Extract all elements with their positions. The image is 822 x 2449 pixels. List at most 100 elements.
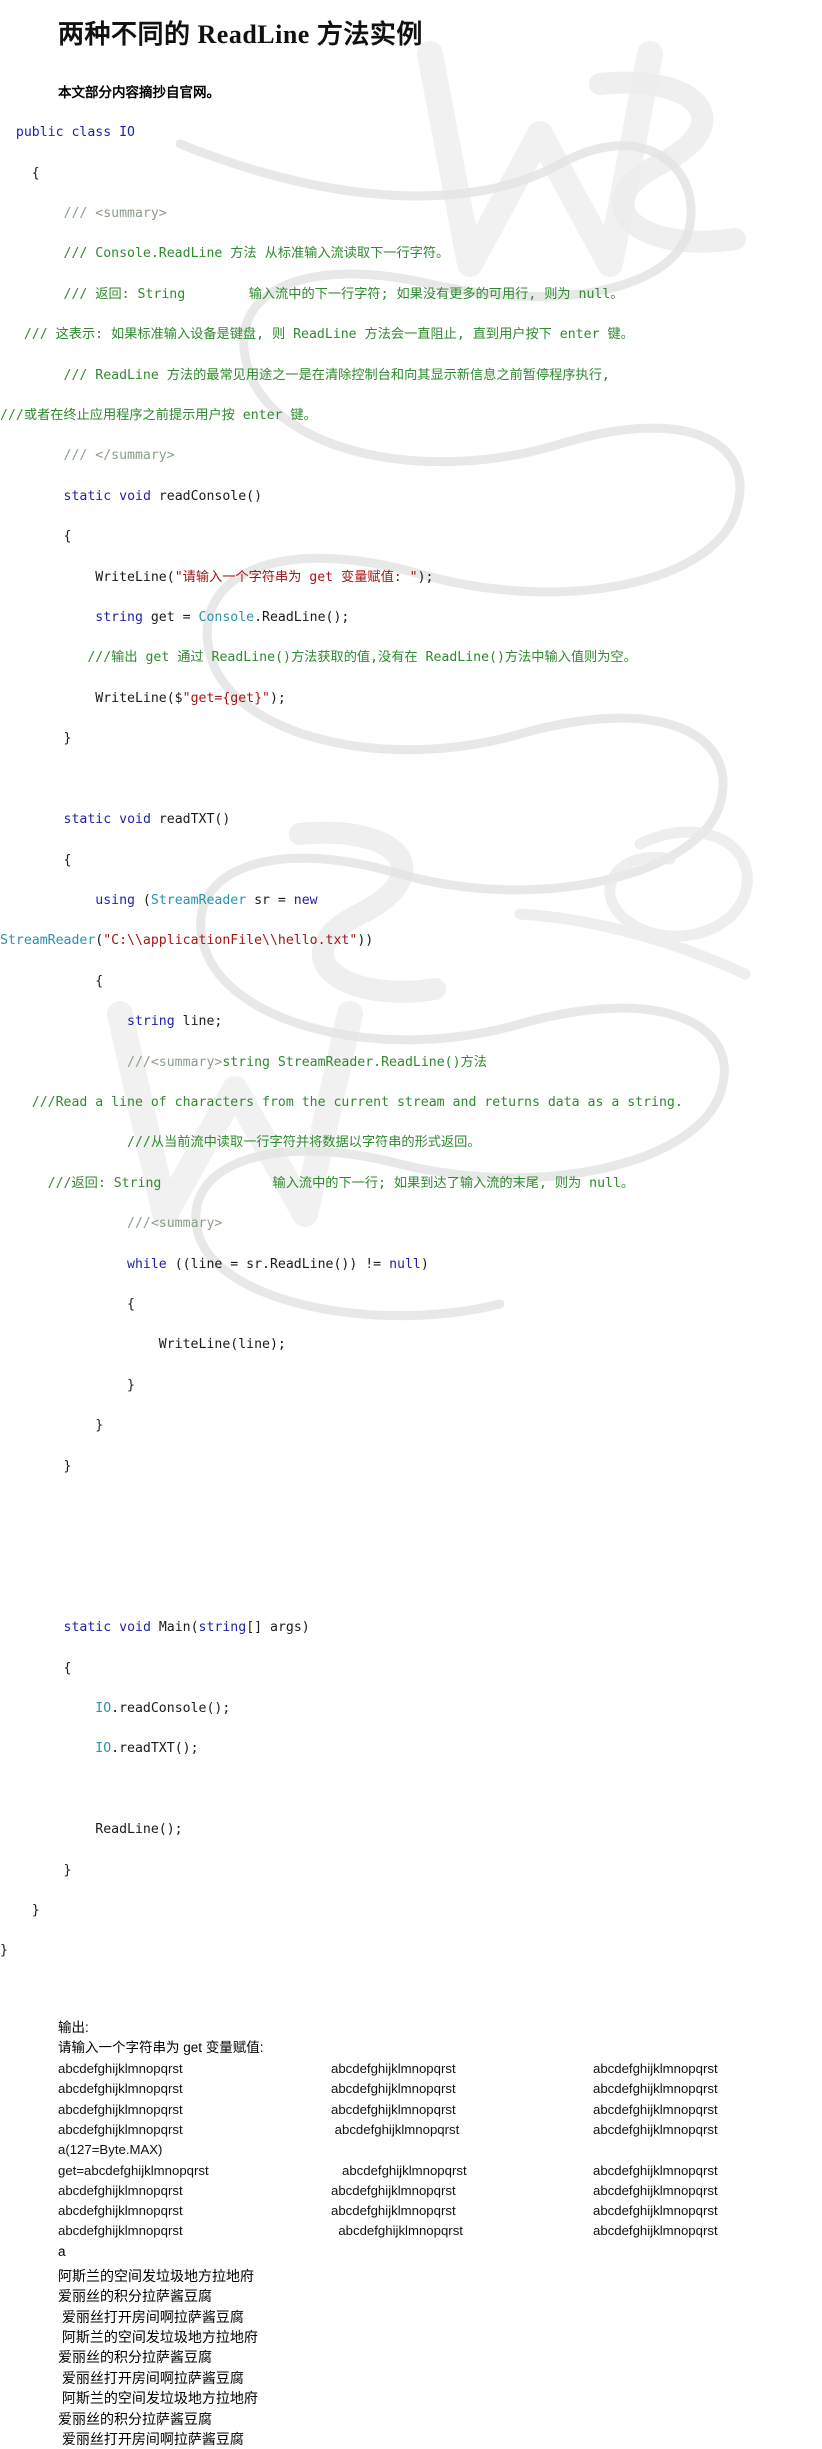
- output-cell: abcdefghijklmnopqrst: [593, 2162, 718, 2178]
- output-chinese-line: 爱丽丝打开房间啊拉萨酱豆腐: [58, 2308, 244, 2325]
- code-line: using (StreamReader sr = new: [0, 891, 822, 911]
- output-chinese-line: 爱丽丝打开房间啊拉萨酱豆腐: [58, 2431, 244, 2448]
- output-cell: a(127=Byte.MAX): [58, 2142, 163, 2158]
- output-cell: abcdefghijklmnopqrst: [58, 2223, 183, 2239]
- code-line: {: [0, 527, 822, 547]
- code-token-text: .readTXT();: [111, 1741, 199, 1757]
- code-token-brace: {: [31, 165, 40, 181]
- output-cell: abcdefghijklmnopqrst: [593, 2182, 718, 2198]
- code-token-type: Console: [198, 610, 255, 626]
- output-cell: [331, 2140, 593, 2160]
- code-line: while ((line = sr.ReadLine()) != null): [0, 1255, 822, 1275]
- code-line: /// ReadLine 方法的最常见用途之一是在清除控制台和向其显示新信息之前…: [0, 366, 822, 386]
- code-token-comment: 输入流中的下一行; 如果到达了输入流的末尾, 则为 null。: [272, 1175, 635, 1191]
- code-line: StreamReader("C:\\applicationFile\\hello…: [0, 931, 822, 951]
- code-token-brace: {: [95, 973, 104, 989]
- code-token-comment: ///Read a line of characters from the cu…: [31, 1094, 683, 1110]
- code-token-brace: {: [63, 852, 72, 868]
- code-token-comment: /// Console.ReadLine 方法 从标准输入流读取下一行字符。: [63, 246, 450, 262]
- code-line: }: [0, 1457, 822, 1477]
- code-token-method: readTXT(): [158, 812, 231, 828]
- code-token-punct: );: [269, 690, 286, 706]
- code-line: ///输出 get 通过 ReadLine()方法获取的值,没有在 ReadLi…: [0, 648, 822, 668]
- code-token-call: WriteLine(line);: [158, 1337, 286, 1353]
- code-token-text: sr =: [246, 892, 294, 908]
- output-chinese-line: 爱丽丝的积分拉萨酱豆腐: [58, 2349, 212, 2366]
- code-block: public class IO { /// <summary> /// Cons…: [0, 103, 822, 2002]
- output-cell: abcdefghijklmnopqrst: [331, 2223, 463, 2239]
- code-line: }: [0, 729, 822, 749]
- code-line: /// 这表示: 如果标准输入设备是键盘, 则 ReadLine 方法会一直阻止…: [0, 325, 822, 345]
- code-token-string: "请输入一个字符串为 get 变量赋值: ": [174, 569, 418, 585]
- code-token-punct: );: [417, 569, 434, 585]
- code-line: ///<summary>: [0, 1214, 822, 1234]
- code-token-punct: )): [357, 933, 374, 949]
- code-line: WriteLine($"get={get}");: [0, 689, 822, 709]
- code-token-keyword: using: [95, 892, 135, 908]
- code-token-brace: {: [127, 1296, 135, 1312]
- code-line: ///从当前流中读取一行字符并将数据以字符串的形式返回。: [0, 1133, 822, 1153]
- output-label: 输出:: [58, 2020, 89, 2036]
- output-cell: abcdefghijklmnopqrst: [331, 2162, 467, 2178]
- output-cell: abcdefghijklmnopqrst: [331, 2101, 456, 2117]
- code-token-keyword: string: [198, 1620, 247, 1636]
- code-token-method: readConsole(): [158, 488, 263, 504]
- code-line: /// <summary>: [0, 204, 822, 224]
- code-token-punct: (: [134, 892, 151, 908]
- document-page: 两种不同的 ReadLine 方法实例 本文部分内容摘抄自官网。 public …: [0, 14, 822, 2449]
- code-token-call: WriteLine(: [95, 569, 175, 585]
- code-token-text: .ReadLine();: [254, 610, 350, 626]
- code-line: {: [0, 1295, 822, 1315]
- output-chinese-line: 爱丽丝的积分拉萨酱豆腐: [58, 2410, 212, 2427]
- code-line: ReadLine();: [0, 1820, 822, 1840]
- code-token-keyword: null: [389, 1256, 421, 1272]
- output-cell: abcdefghijklmnopqrst: [58, 2121, 183, 2137]
- code-token-punct: ): [420, 1256, 429, 1272]
- code-line: IO.readTXT();: [0, 1739, 822, 1759]
- code-token-keyword: void: [119, 1620, 151, 1636]
- code-token-comment: 输入流中的下一行字符; 如果没有更多的可用行, 则为 null。: [248, 286, 624, 302]
- code-token-comment: string StreamReader.ReadLine()方法: [222, 1054, 487, 1070]
- output-chinese-line: 阿斯兰的空间发垃圾地方拉地府: [58, 2328, 258, 2345]
- code-token-comment: /// 这表示: 如果标准输入设备是键盘, 则 ReadLine 方法会一直阻止…: [23, 327, 634, 343]
- output-chinese-line: 爱丽丝打开房间啊拉萨酱豆腐: [58, 2369, 244, 2386]
- intro-text: 本文部分内容摘抄自官网。: [58, 85, 220, 100]
- code-line: public class IO: [0, 123, 822, 143]
- output-chinese-line: 爱丽丝的积分拉萨酱豆腐: [58, 2288, 212, 2305]
- output-cell: abcdefghijklmnopqrst: [331, 2182, 456, 2198]
- code-token-keyword: string: [127, 1014, 175, 1030]
- code-token-brace: }: [63, 1458, 72, 1474]
- code-token-keyword: while: [127, 1256, 167, 1272]
- code-line: }: [0, 1861, 822, 1881]
- code-token-brace: }: [63, 1862, 72, 1878]
- code-token-string: "get={get}": [182, 690, 270, 706]
- code-token-text: .readConsole();: [111, 1701, 231, 1717]
- code-line: /// Console.ReadLine 方法 从标准输入流读取下一行字符。: [0, 244, 822, 264]
- code-line: WriteLine("请输入一个字符串为 get 变量赋值: ");: [0, 568, 822, 588]
- code-line: {: [0, 972, 822, 992]
- code-line: string get = Console.ReadLine();: [0, 608, 822, 628]
- output-cell: abcdefghijklmnopqrst: [593, 2101, 718, 2117]
- code-line: {: [0, 164, 822, 184]
- code-line: }: [0, 1901, 822, 1921]
- code-token-brace: {: [63, 1660, 72, 1676]
- code-token-text: ((line = sr.ReadLine()) !=: [166, 1256, 390, 1272]
- code-line: WriteLine(line);: [0, 1335, 822, 1355]
- code-token-brace: }: [95, 1418, 104, 1434]
- output-cell: abcdefghijklmnopqrst: [58, 2061, 183, 2077]
- code-token-comment: ///从当前流中读取一行字符并将数据以字符串的形式返回。: [127, 1135, 481, 1151]
- code-line: /// </summary>: [0, 446, 822, 466]
- code-token-type: IO: [95, 1741, 112, 1757]
- page-title: 两种不同的 ReadLine 方法实例: [58, 20, 423, 49]
- code-line: ///返回: String 输入流中的下一行; 如果到达了输入流的末尾, 则为 …: [0, 1174, 822, 1194]
- code-line: {: [0, 851, 822, 871]
- code-line: }: [0, 1376, 822, 1396]
- output-cell: abcdefghijklmnopqrst: [331, 2121, 460, 2137]
- output-chinese-line: 阿斯兰的空间发垃圾地方拉地府: [58, 2267, 254, 2284]
- code-token-comment: /// 返回: String: [63, 286, 186, 302]
